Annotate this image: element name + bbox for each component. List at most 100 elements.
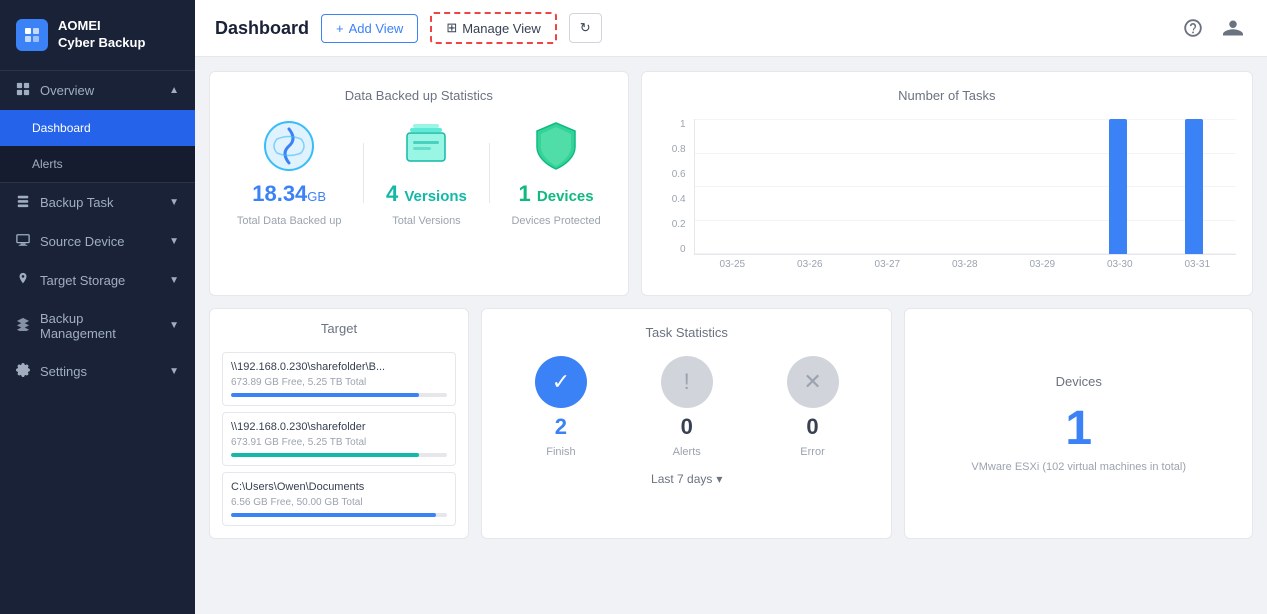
devices-value: 1 Devices: [519, 181, 594, 207]
task-stats: ✓ 2 Finish ! 0 Alerts ✕ 0 Error: [498, 356, 875, 458]
error-icon: ✕: [787, 356, 839, 408]
progress-bar-2: [231, 513, 447, 517]
bar-0330: [1109, 119, 1127, 254]
data-icon: [262, 119, 316, 173]
add-view-label: Add View: [349, 21, 404, 36]
error-label: Error: [800, 446, 824, 458]
target-list: \\192.168.0.230\sharefolder\B... 673.89 …: [222, 352, 456, 526]
main-content: Dashboard + Add View ⊞ Manage View ↻: [195, 0, 1267, 614]
alerts-label: Alerts: [32, 157, 63, 171]
progress-bar-1: [231, 453, 447, 457]
layers-icon: [16, 317, 30, 334]
chart-xaxis: 03-25 03-26 03-27 03-28 03-29 03-30 03-3…: [694, 259, 1236, 279]
dashboard-content: Data Backed up Statistics 18.34GB Total …: [195, 57, 1267, 614]
grid-icon: [16, 82, 30, 99]
target-storage-label: Target Storage: [40, 273, 125, 288]
devices-card-title: Devices: [1056, 374, 1102, 389]
chevron-down-icon: ▾: [716, 472, 722, 486]
add-view-button[interactable]: + Add View: [321, 14, 418, 43]
sidebar-item-overview[interactable]: Overview ▲: [0, 70, 195, 110]
versions-value: 4 Versions: [386, 181, 467, 207]
topbar: Dashboard + Add View ⊞ Manage View ↻: [195, 0, 1267, 57]
finish-count: 2: [555, 414, 567, 440]
versions-label: Total Versions: [392, 215, 460, 227]
total-data-value: 18.34GB: [252, 181, 326, 207]
target-item-2: C:\Users\Owen\Documents 6.56 GB Free, 50…: [222, 472, 456, 526]
target-card: Target \\192.168.0.230\sharefolder\B... …: [209, 308, 469, 539]
alerts-stat: ! 0 Alerts: [661, 356, 713, 458]
dashboard-label: Dashboard: [32, 121, 91, 135]
backup-mgmt-label: Backup Management: [40, 311, 159, 341]
target-size-1: 673.91 GB Free, 5.25 TB Total: [231, 437, 447, 448]
target-item-0: \\192.168.0.230\sharefolder\B... 673.89 …: [222, 352, 456, 406]
sidebar-item-backup-management[interactable]: Backup Management ▼: [0, 300, 195, 352]
chevron-down-icon: ▼: [169, 197, 179, 208]
stats-row: Data Backed up Statistics 18.34GB Total …: [209, 71, 1253, 296]
sidebar-navigation: Overview ▲ Dashboard Alerts Backup Task …: [0, 70, 195, 614]
refresh-button[interactable]: ↻: [569, 13, 602, 43]
sidebar-item-backup-task[interactable]: Backup Task ▼: [0, 182, 195, 222]
alerts-icon: !: [661, 356, 713, 408]
chart-yaxis: 1 0.8 0.6 0.4 0.2 0: [658, 119, 690, 255]
devices-card: Devices 1 VMware ESXi (102 virtual machi…: [904, 308, 1253, 539]
chevron-down-icon: ▼: [169, 236, 179, 247]
user-button[interactable]: [1219, 14, 1247, 42]
overview-submenu: Dashboard Alerts: [0, 110, 195, 182]
sidebar-item-source-device[interactable]: Source Device ▼: [0, 222, 195, 261]
sidebar-item-target-storage[interactable]: Target Storage ▼: [0, 261, 195, 300]
devices-protected-label: Devices Protected: [511, 215, 600, 227]
app-name: AOMEI Cyber Backup: [58, 18, 145, 52]
backup-task-label: Backup Task: [40, 195, 113, 210]
sidebar: AOMEI Cyber Backup Overview ▲ Dashboard …: [0, 0, 195, 614]
devices-protected-stat: 1 Devices Devices Protected: [511, 119, 600, 227]
progress-bar-0: [231, 393, 447, 397]
logo-icon: [16, 19, 48, 51]
sidebar-item-alerts[interactable]: Alerts: [0, 146, 195, 182]
plus-icon: +: [336, 21, 344, 36]
task-card: Task Statistics ✓ 2 Finish ! 0 Alerts ✕: [481, 308, 892, 539]
stats-card: Data Backed up Statistics 18.34GB Total …: [209, 71, 629, 296]
chevron-down-icon: ▼: [169, 275, 179, 286]
bottom-row: Target \\192.168.0.230\sharefolder\B... …: [209, 308, 1253, 539]
target-size-0: 673.89 GB Free, 5.25 TB Total: [231, 377, 447, 388]
manage-view-button[interactable]: ⊞ Manage View: [430, 12, 556, 44]
error-count: 0: [806, 414, 818, 440]
total-data-label: Total Data Backed up: [237, 215, 342, 227]
sidebar-item-dashboard[interactable]: Dashboard: [0, 110, 195, 146]
finish-icon: ✓: [535, 356, 587, 408]
manage-view-label: Manage View: [462, 21, 541, 36]
devices-count: 1: [1065, 405, 1092, 453]
versions-icon: [399, 119, 453, 173]
target-title: Target: [222, 321, 456, 336]
chevron-up-icon: ▲: [169, 85, 179, 96]
refresh-icon: ↻: [580, 20, 591, 35]
task-title: Task Statistics: [498, 325, 875, 340]
gear-icon: [16, 363, 30, 380]
sidebar-item-settings[interactable]: Settings ▼: [0, 352, 195, 391]
chart-area: 1 0.8 0.6 0.4 0.2 0: [658, 119, 1236, 279]
chart-title: Number of Tasks: [658, 88, 1236, 103]
error-stat: ✕ 0 Error: [787, 356, 839, 458]
target-path-1: \\192.168.0.230\sharefolder: [231, 421, 447, 433]
stats-items: 18.34GB Total Data Backed up: [226, 119, 612, 227]
alerts-label: Alerts: [673, 446, 701, 458]
logo-area: AOMEI Cyber Backup: [0, 0, 195, 70]
target-item-1: \\192.168.0.230\sharefolder 673.91 GB Fr…: [222, 412, 456, 466]
stats-title: Data Backed up Statistics: [226, 88, 612, 103]
period-label: Last 7 days: [651, 472, 712, 486]
tasks-icon: [16, 194, 30, 211]
bar-0331: [1185, 119, 1203, 254]
alerts-count: 0: [681, 414, 693, 440]
devices-description: VMware ESXi (102 virtual machines in tot…: [971, 461, 1186, 473]
versions-stat: 4 Versions Total Versions: [386, 119, 467, 227]
page-title: Dashboard: [215, 18, 309, 39]
source-device-label: Source Device: [40, 234, 125, 249]
chevron-down-icon: ▼: [169, 366, 179, 377]
total-data-stat: 18.34GB Total Data Backed up: [237, 119, 342, 227]
location-icon: [16, 272, 30, 289]
finish-stat: ✓ 2 Finish: [535, 356, 587, 458]
help-button[interactable]: [1179, 14, 1207, 42]
chevron-down-icon: ▼: [169, 320, 179, 331]
task-period-selector[interactable]: Last 7 days ▾: [498, 472, 875, 486]
manage-icon: ⊞: [446, 20, 457, 36]
